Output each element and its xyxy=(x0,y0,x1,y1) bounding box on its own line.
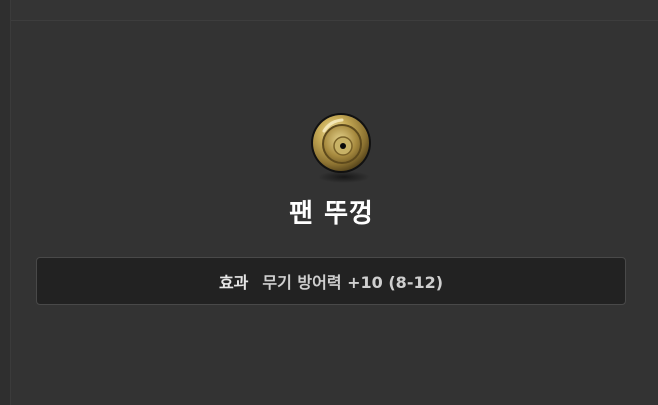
effect-value: 무기 방어력 +10 (8-12) xyxy=(262,273,444,292)
effect-box: 효과 무기 방어력 +10 (8-12) xyxy=(36,257,626,305)
item-detail-panel: 팬 뚜껑 효과 무기 방어력 +10 (8-12) xyxy=(11,21,658,405)
shield-icon xyxy=(300,109,372,185)
effect-label: 효과 xyxy=(218,273,249,292)
item-name: 팬 뚜껑 xyxy=(289,199,374,229)
top-bar xyxy=(0,0,658,21)
left-rail xyxy=(0,0,11,405)
